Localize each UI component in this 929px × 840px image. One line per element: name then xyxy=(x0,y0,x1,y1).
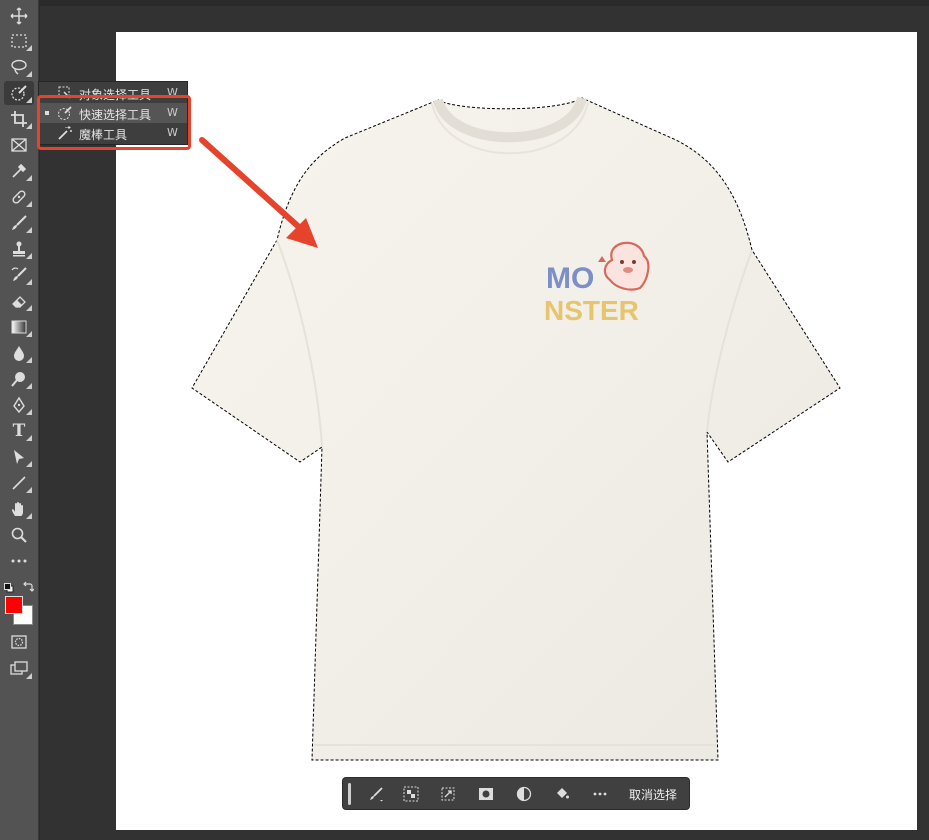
crop-tool[interactable] xyxy=(4,107,34,131)
zoom-tool[interactable] xyxy=(4,523,34,547)
modify-selection-button[interactable] xyxy=(365,784,387,804)
frame-tool[interactable] xyxy=(4,133,34,157)
quick-select-tool[interactable] xyxy=(4,81,34,105)
brush-tool[interactable] xyxy=(4,211,34,235)
eyedropper-tool[interactable] xyxy=(4,159,34,183)
marquee-tool[interactable] xyxy=(4,29,34,53)
contextual-task-bar: 取消选择 xyxy=(342,777,690,810)
healing-brush-tool[interactable] xyxy=(4,185,34,209)
swap-arrow-icon xyxy=(23,581,35,592)
frame-icon xyxy=(11,138,27,152)
quick-mask-icon xyxy=(11,635,27,649)
annotation-highlight-box xyxy=(37,95,191,150)
type-tool[interactable]: T xyxy=(4,419,34,443)
transform-selection-icon xyxy=(441,787,455,801)
more-options-button[interactable] xyxy=(589,784,611,804)
adjustment-layer-button[interactable] xyxy=(513,784,535,804)
zoom-icon xyxy=(11,527,27,543)
paint-bucket-icon xyxy=(557,788,569,799)
line-tool[interactable] xyxy=(4,471,34,495)
foreground-color-swatch[interactable] xyxy=(5,596,23,614)
clone-stamp-tool[interactable] xyxy=(4,237,34,261)
more-icon xyxy=(593,792,607,796)
quick-mask-button[interactable] xyxy=(4,630,34,654)
default-colors-button[interactable] xyxy=(4,578,14,593)
brush-select-icon xyxy=(370,787,383,802)
eraser-tool[interactable] xyxy=(4,289,34,313)
taskbar-drag-handle[interactable] xyxy=(348,783,351,805)
edit-toolbar-button[interactable] xyxy=(4,549,34,573)
adjustment-icon xyxy=(516,786,532,802)
create-mask-button[interactable] xyxy=(475,784,497,804)
more-icon xyxy=(11,559,27,563)
deselect-button[interactable]: 取消选择 xyxy=(629,786,677,803)
path-select-tool[interactable] xyxy=(4,445,34,469)
dodge-tool[interactable] xyxy=(4,367,34,391)
default-colors-icon xyxy=(4,583,14,593)
hand-tool[interactable] xyxy=(4,497,34,521)
gradient-tool[interactable] xyxy=(4,315,34,339)
pen-tool[interactable] xyxy=(4,393,34,417)
tools-panel: T xyxy=(0,0,39,840)
transform-selection-button[interactable] xyxy=(437,784,459,804)
swap-colors-button[interactable] xyxy=(22,578,35,592)
fill-selection-button[interactable] xyxy=(551,784,573,804)
move-icon xyxy=(10,7,28,25)
type-icon: T xyxy=(12,421,26,441)
move-tool[interactable] xyxy=(4,4,34,28)
mask-icon xyxy=(479,788,493,800)
lasso-tool[interactable] xyxy=(4,55,34,79)
invert-selection-icon xyxy=(403,786,419,802)
invert-selection-button[interactable] xyxy=(400,784,422,804)
screen-mode-button[interactable] xyxy=(4,657,34,681)
history-brush-tool[interactable] xyxy=(4,263,34,287)
blur-tool[interactable] xyxy=(4,341,34,365)
